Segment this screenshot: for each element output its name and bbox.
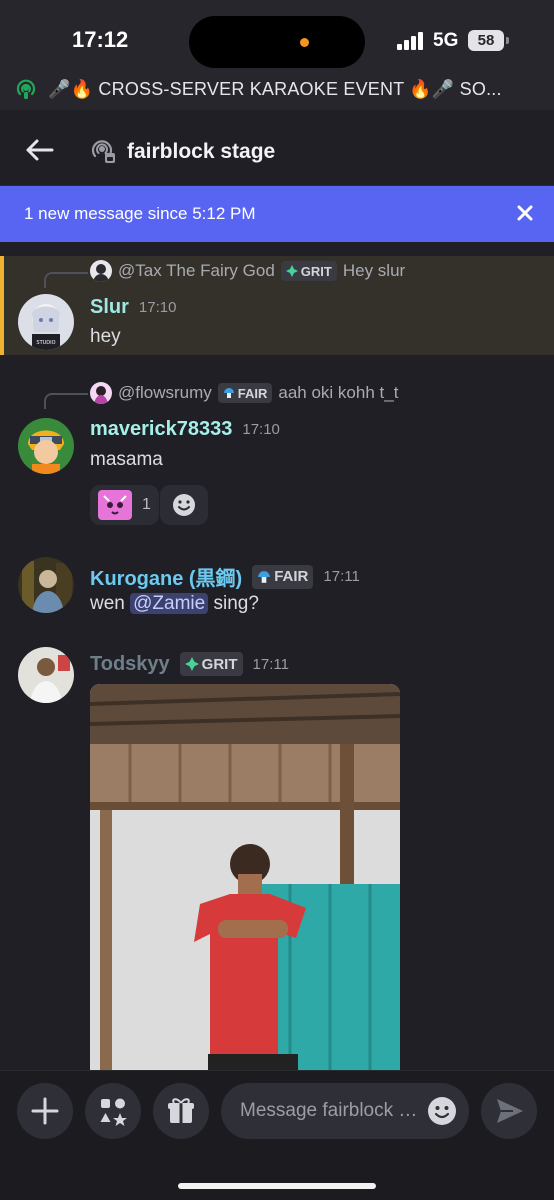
new-messages-bar[interactable]: 1 new message since 5:12 PM <box>0 186 554 242</box>
reaction-count: 1 <box>142 496 151 513</box>
gift-icon <box>168 1098 194 1123</box>
battery-icon: 58 <box>468 30 509 51</box>
stage-live-icon <box>16 79 36 99</box>
reply-username: @flowsrumy <box>118 383 212 402</box>
message-item[interactable]: @flowsrumy FAIR aah oki kohh t_t maveric… <box>0 375 554 535</box>
timestamp: 17:11 <box>323 568 360 585</box>
close-icon[interactable] <box>515 203 535 223</box>
new-messages-text: 1 new message since 5:12 PM <box>24 204 256 223</box>
message-item[interactable]: Todskyy GRIT 17:11 <box>0 645 554 703</box>
avatar[interactable] <box>18 557 74 613</box>
reply-preview-text: Hey slur <box>342 261 406 280</box>
event-banner[interactable]: 🎤🔥 CROSS-SERVER KARAOKE EVENT 🔥🎤 SO... <box>0 70 554 110</box>
apps-icon <box>100 1098 127 1126</box>
reply-avatar <box>90 382 112 404</box>
reply-avatar <box>90 260 112 282</box>
username[interactable]: Todskyy <box>90 653 170 676</box>
timestamp: 17:10 <box>138 299 177 316</box>
reply-username: @Tax The Fairy God <box>118 261 275 280</box>
user-mention[interactable]: @Zamie <box>130 593 209 614</box>
grit-tag-icon <box>285 265 298 277</box>
emoji-icon[interactable] <box>427 1096 457 1126</box>
timestamp: 17:11 <box>252 655 289 673</box>
server-tag: GRIT <box>280 261 337 281</box>
reply-preview-text: aah oki kohh t_t <box>278 383 399 402</box>
fair-tag-icon <box>258 570 271 583</box>
message-composer: Message fairblock stage <box>0 1070 554 1200</box>
message-input-placeholder: Message fairblock stage <box>240 1100 420 1121</box>
dynamic-island <box>189 16 365 68</box>
message-input[interactable]: Message fairblock stage <box>221 1083 469 1139</box>
back-arrow-icon[interactable] <box>24 138 54 162</box>
pink-cat-emoji-icon <box>98 490 132 520</box>
svg-text:STUDIO: STUDIO <box>36 340 55 346</box>
channel-header: fairblock stage <box>0 110 554 186</box>
status-bar: 17:12 5G 58 <box>0 0 554 70</box>
username[interactable]: Kurogane (黒鋼) <box>90 562 242 591</box>
reply-preview[interactable]: @Tax The Fairy God GRIT Hey slur <box>90 260 405 282</box>
add-attachment-button[interactable] <box>17 1083 73 1139</box>
message-text: wen @Zamie sing? <box>90 593 259 614</box>
apps-button[interactable] <box>85 1083 141 1139</box>
gift-button[interactable] <box>153 1083 209 1139</box>
server-tag: FAIR <box>217 383 273 403</box>
event-banner-text: 🎤🔥 CROSS-SERVER KARAOKE EVENT 🔥🎤 SO... <box>48 79 502 99</box>
fair-tag-icon <box>223 388 234 398</box>
plus-icon <box>31 1097 59 1125</box>
reaction-chip[interactable]: 1 <box>90 485 159 525</box>
grit-tag-icon <box>184 657 199 671</box>
channel-title: fairblock stage <box>127 140 276 163</box>
add-reaction-button[interactable] <box>160 485 208 525</box>
message-item[interactable]: Kurogane (黒鋼) FAIR 17:11 wen @Zamie sing… <box>0 555 554 625</box>
reply-preview[interactable]: @flowsrumy FAIR aah oki kohh t_t <box>90 382 398 404</box>
username[interactable]: maverick78333 <box>90 418 232 441</box>
send-icon <box>497 1099 523 1123</box>
image-attachment[interactable] <box>90 684 400 1070</box>
home-indicator <box>178 1183 376 1189</box>
message-text: masama <box>90 449 163 470</box>
send-button[interactable] <box>481 1083 537 1139</box>
status-time: 17:12 <box>72 27 129 52</box>
cellular-signal-icon <box>397 32 427 50</box>
message-item[interactable]: @Tax The Fairy God GRIT Hey slur STUDIO … <box>0 256 554 355</box>
stage-channel-icon <box>91 140 115 163</box>
server-tag: FAIR <box>252 564 314 589</box>
avatar[interactable] <box>18 647 74 703</box>
message-text: hey <box>90 326 121 347</box>
smiley-icon <box>173 494 195 516</box>
avatar[interactable]: STUDIO <box>18 294 74 350</box>
avatar[interactable] <box>18 418 74 474</box>
network-type: 5G <box>433 30 459 51</box>
timestamp: 17:10 <box>242 421 280 438</box>
username[interactable]: Slur <box>90 296 129 319</box>
server-tag: GRIT <box>179 652 243 676</box>
